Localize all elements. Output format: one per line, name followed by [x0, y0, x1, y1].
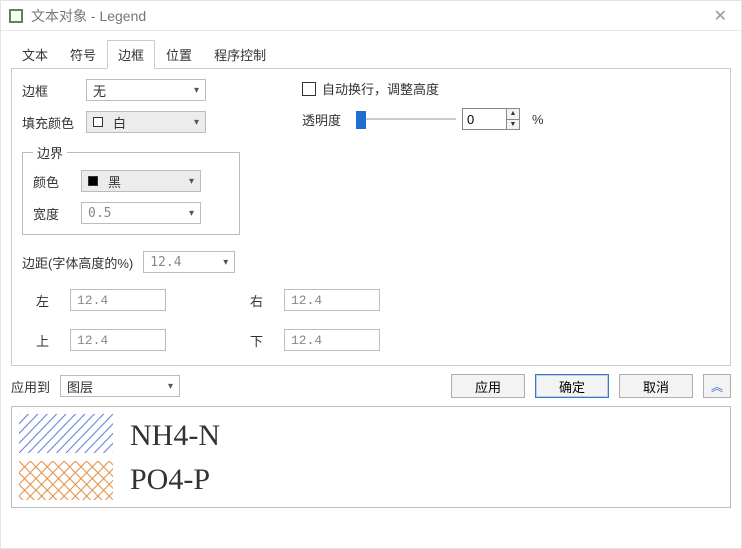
boundary-width-combo[interactable]: 0.5 ▾ [81, 202, 201, 224]
boundary-width-value: 0.5 [82, 206, 182, 221]
boundary-group: 边界 颜色 黑 ▾ 宽度 0.5 ▾ [22, 143, 240, 235]
cancel-button[interactable]: 取消 [619, 374, 693, 398]
window-title: 文本对象 - Legend [31, 6, 708, 26]
apply-to-combo[interactable]: 图层 ▾ [60, 375, 180, 397]
boundary-color-value: 黑 [102, 172, 182, 191]
ok-button[interactable]: 确定 [535, 374, 609, 398]
margin-top-label: 上 [22, 331, 70, 350]
slider-track-line [356, 118, 456, 120]
margin-left-input[interactable]: 12.4 [70, 289, 166, 311]
opacity-spinner[interactable]: ▲ ▼ [462, 108, 520, 130]
boundary-color-label: 颜色 [33, 172, 81, 191]
legend-preview: NH4-N PO4-P [11, 406, 731, 508]
spin-down-icon[interactable]: ▼ [506, 119, 520, 131]
margin-section: 边距(字体高度的%) 12.4 ▾ 左 12.4 右 12.4 上 [22, 251, 720, 351]
chevron-down-icon: ▾ [182, 171, 200, 191]
tab-border[interactable]: 边框 [107, 40, 155, 69]
fill-color-combo[interactable]: 白 ▾ [86, 111, 206, 133]
legend-swatch-2 [18, 460, 114, 501]
dialog-button-bar: 应用到 图层 ▾ 应用 确定 取消 ︽ [1, 366, 741, 406]
legend-label-2: PO4-P [130, 463, 220, 496]
chevron-down-icon: ▾ [187, 80, 205, 100]
app-icon [9, 9, 23, 23]
legend-labels: NH4-N PO4-P [130, 413, 220, 501]
margin-overall-combo[interactable]: 12.4 ▾ [143, 251, 235, 273]
titlebar: 文本对象 - Legend ✕ [1, 1, 741, 31]
legend-swatches [18, 413, 114, 501]
margin-bottom-input[interactable]: 12.4 [284, 329, 380, 351]
margin-bottom-label: 下 [236, 331, 284, 350]
apply-to-value: 图层 [61, 377, 161, 396]
slider-thumb[interactable] [356, 111, 366, 129]
chevron-down-icon: ▾ [216, 252, 234, 272]
margin-overall-value: 12.4 [144, 255, 216, 270]
collapse-button[interactable]: ︽ [703, 374, 731, 398]
tab-symbol[interactable]: 符号 [59, 40, 107, 69]
chevron-down-icon: ▾ [187, 112, 205, 132]
tab-programming[interactable]: 程序控制 [203, 40, 277, 69]
tab-text[interactable]: 文本 [11, 40, 59, 69]
fill-swatch-icon [93, 117, 103, 127]
opacity-slider[interactable] [356, 109, 456, 129]
legend-label-1: NH4-N [130, 419, 220, 452]
margin-left-label: 左 [22, 291, 70, 310]
dialog-window: 文本对象 - Legend ✕ 文本 符号 边框 位置 程序控制 边框 无 ▾ … [0, 0, 742, 549]
close-icon[interactable]: ✕ [708, 6, 733, 26]
double-chevron-up-icon: ︽ [711, 380, 723, 394]
fill-color-value: 白 [107, 113, 187, 132]
border-label: 边框 [22, 81, 86, 100]
color-swatch-icon [88, 176, 98, 186]
chevron-down-icon: ▾ [182, 203, 200, 223]
autowrap-label: 自动换行，调整高度 [322, 79, 439, 98]
boundary-width-label: 宽度 [33, 204, 81, 223]
margin-right-label: 右 [236, 291, 284, 310]
autowrap-checkbox[interactable]: 自动换行，调整高度 [302, 79, 439, 98]
boundary-legend: 边界 [33, 143, 67, 162]
apply-button[interactable]: 应用 [451, 374, 525, 398]
chevron-down-icon: ▾ [161, 376, 179, 396]
margin-caption: 边距(字体高度的%) [22, 253, 133, 272]
opacity-label: 透明度 [302, 110, 356, 129]
margin-top-input[interactable]: 12.4 [70, 329, 166, 351]
tab-position[interactable]: 位置 [155, 40, 203, 69]
opacity-suffix: % [532, 112, 544, 127]
margin-right-input[interactable]: 12.4 [284, 289, 380, 311]
border-panel: 边框 无 ▾ 填充颜色 白 ▾ 边界 [11, 68, 731, 366]
apply-to-label: 应用到 [11, 377, 50, 396]
boundary-color-combo[interactable]: 黑 ▾ [81, 170, 201, 192]
border-combo-value: 无 [87, 81, 187, 100]
spin-up-icon[interactable]: ▲ [506, 108, 520, 119]
checkbox-icon [302, 82, 316, 96]
opacity-input[interactable] [462, 108, 506, 130]
fill-label: 填充颜色 [22, 113, 86, 132]
border-combo[interactable]: 无 ▾ [86, 79, 206, 101]
tab-strip: 文本 符号 边框 位置 程序控制 [1, 31, 741, 68]
legend-swatch-1 [18, 413, 114, 454]
